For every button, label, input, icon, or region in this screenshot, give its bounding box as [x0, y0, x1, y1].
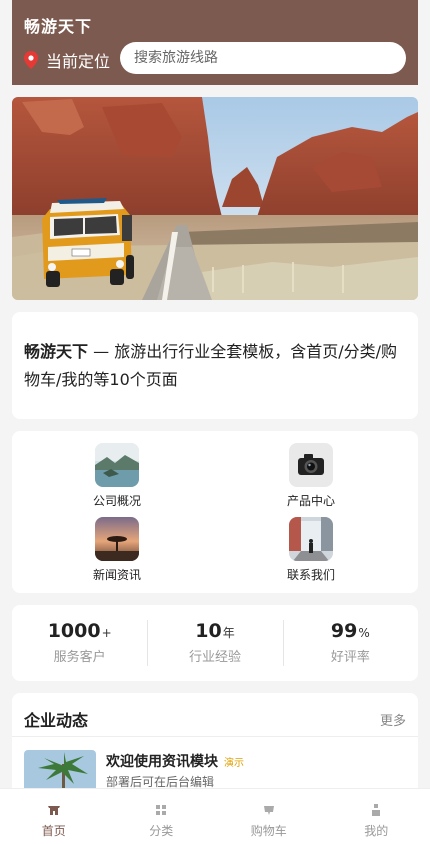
stat-label: 服务客户 — [53, 650, 106, 665]
stat-value: 10 — [195, 620, 222, 642]
home-icon — [47, 806, 60, 815]
intro-card: 畅游天下 — 旅游出行行业全套模板，含首页/分类/购物车/我的等10个页面 — [12, 312, 418, 419]
stat-experience: 10年 行业经验 — [147, 620, 282, 666]
grid-item-news[interactable]: 新闻资讯 — [67, 517, 167, 583]
intro-brand: 畅游天下 — [24, 341, 89, 361]
grid-icon — [156, 805, 167, 815]
tab-cart[interactable]: 购物车 — [215, 789, 323, 844]
news-header: 企业动态 更多 — [12, 693, 418, 737]
grid-item-label: 产品中心 — [286, 494, 335, 508]
banner-illustration — [12, 97, 418, 300]
sunset-tree-icon — [95, 517, 139, 561]
stat-label: 好评率 — [330, 650, 370, 665]
tab-label: 我的 — [364, 824, 389, 838]
app-title: 畅游天下 — [24, 17, 93, 36]
news-item-title: 欢迎使用资讯模块 演示 — [106, 751, 244, 771]
more-link[interactable]: 更多 — [380, 710, 406, 729]
grid-item-company[interactable]: 公司概况 — [67, 443, 167, 509]
grid-item-label: 公司概况 — [92, 494, 141, 508]
stat-value: 1000 — [47, 620, 101, 642]
location-label: 当前定位 — [46, 52, 111, 71]
news-item-title-text: 欢迎使用资讯模块 — [106, 754, 218, 770]
grid-item-label: 新闻资讯 — [92, 568, 141, 582]
stat-unit: % — [358, 626, 370, 640]
header-bar: 畅游天下 当前定位 — [12, 0, 418, 85]
news-title: 企业动态 — [24, 711, 89, 730]
search-input[interactable] — [120, 42, 406, 74]
tab-home[interactable]: 首页 — [0, 789, 108, 844]
stat-unit: 年 — [222, 626, 235, 640]
stat-unit: + — [101, 626, 112, 640]
bottom-tab-bar: 首页 分类 购物车 我的 — [0, 788, 430, 844]
stat-rating: 99% 好评率 — [282, 620, 418, 666]
tab-category[interactable]: 分类 — [108, 789, 216, 844]
cart-icon — [263, 806, 274, 815]
camera-icon — [289, 443, 333, 487]
stat-customers: 1000+ 服务客户 — [12, 620, 147, 666]
user-icon — [372, 804, 381, 816]
grid-item-products[interactable]: 产品中心 — [261, 443, 361, 509]
stat-value: 99 — [330, 620, 358, 642]
stats-card: 1000+ 服务客户 10年 行业经验 99% 好评率 — [12, 605, 418, 681]
news-item-tag: 演示 — [224, 758, 244, 769]
stat-label: 行业经验 — [188, 650, 241, 665]
grid-item-contact[interactable]: 联系我们 — [261, 517, 361, 583]
tab-label: 购物车 — [250, 824, 287, 838]
street-photo-icon — [289, 517, 333, 561]
lake-photo-icon — [95, 443, 139, 487]
intro-text: 畅游天下 — 旅游出行行业全套模板，含首页/分类/购物车/我的等10个页面 — [24, 338, 406, 394]
tab-label: 首页 — [41, 824, 66, 838]
news-card: 企业动态 更多 欢迎使用资讯模块 演示 部署后可在后台编辑 — [12, 693, 418, 803]
van-shape — [42, 198, 134, 287]
tab-label: 分类 — [149, 824, 174, 838]
feature-grid: 公司概况 产品中心 新闻资讯 联系我们 — [12, 431, 418, 593]
banner-image[interactable] — [12, 97, 418, 300]
location-pin-icon — [24, 51, 38, 69]
grid-item-label: 联系我们 — [286, 568, 335, 582]
app-root: 畅游天下 当前定位 搜索旅游线路 畅游天下 — 旅游出行行业全套模板，含首页/分… — [0, 0, 430, 844]
tab-mine[interactable]: 我的 — [323, 789, 430, 844]
current-location[interactable]: 当前定位 — [24, 48, 110, 72]
